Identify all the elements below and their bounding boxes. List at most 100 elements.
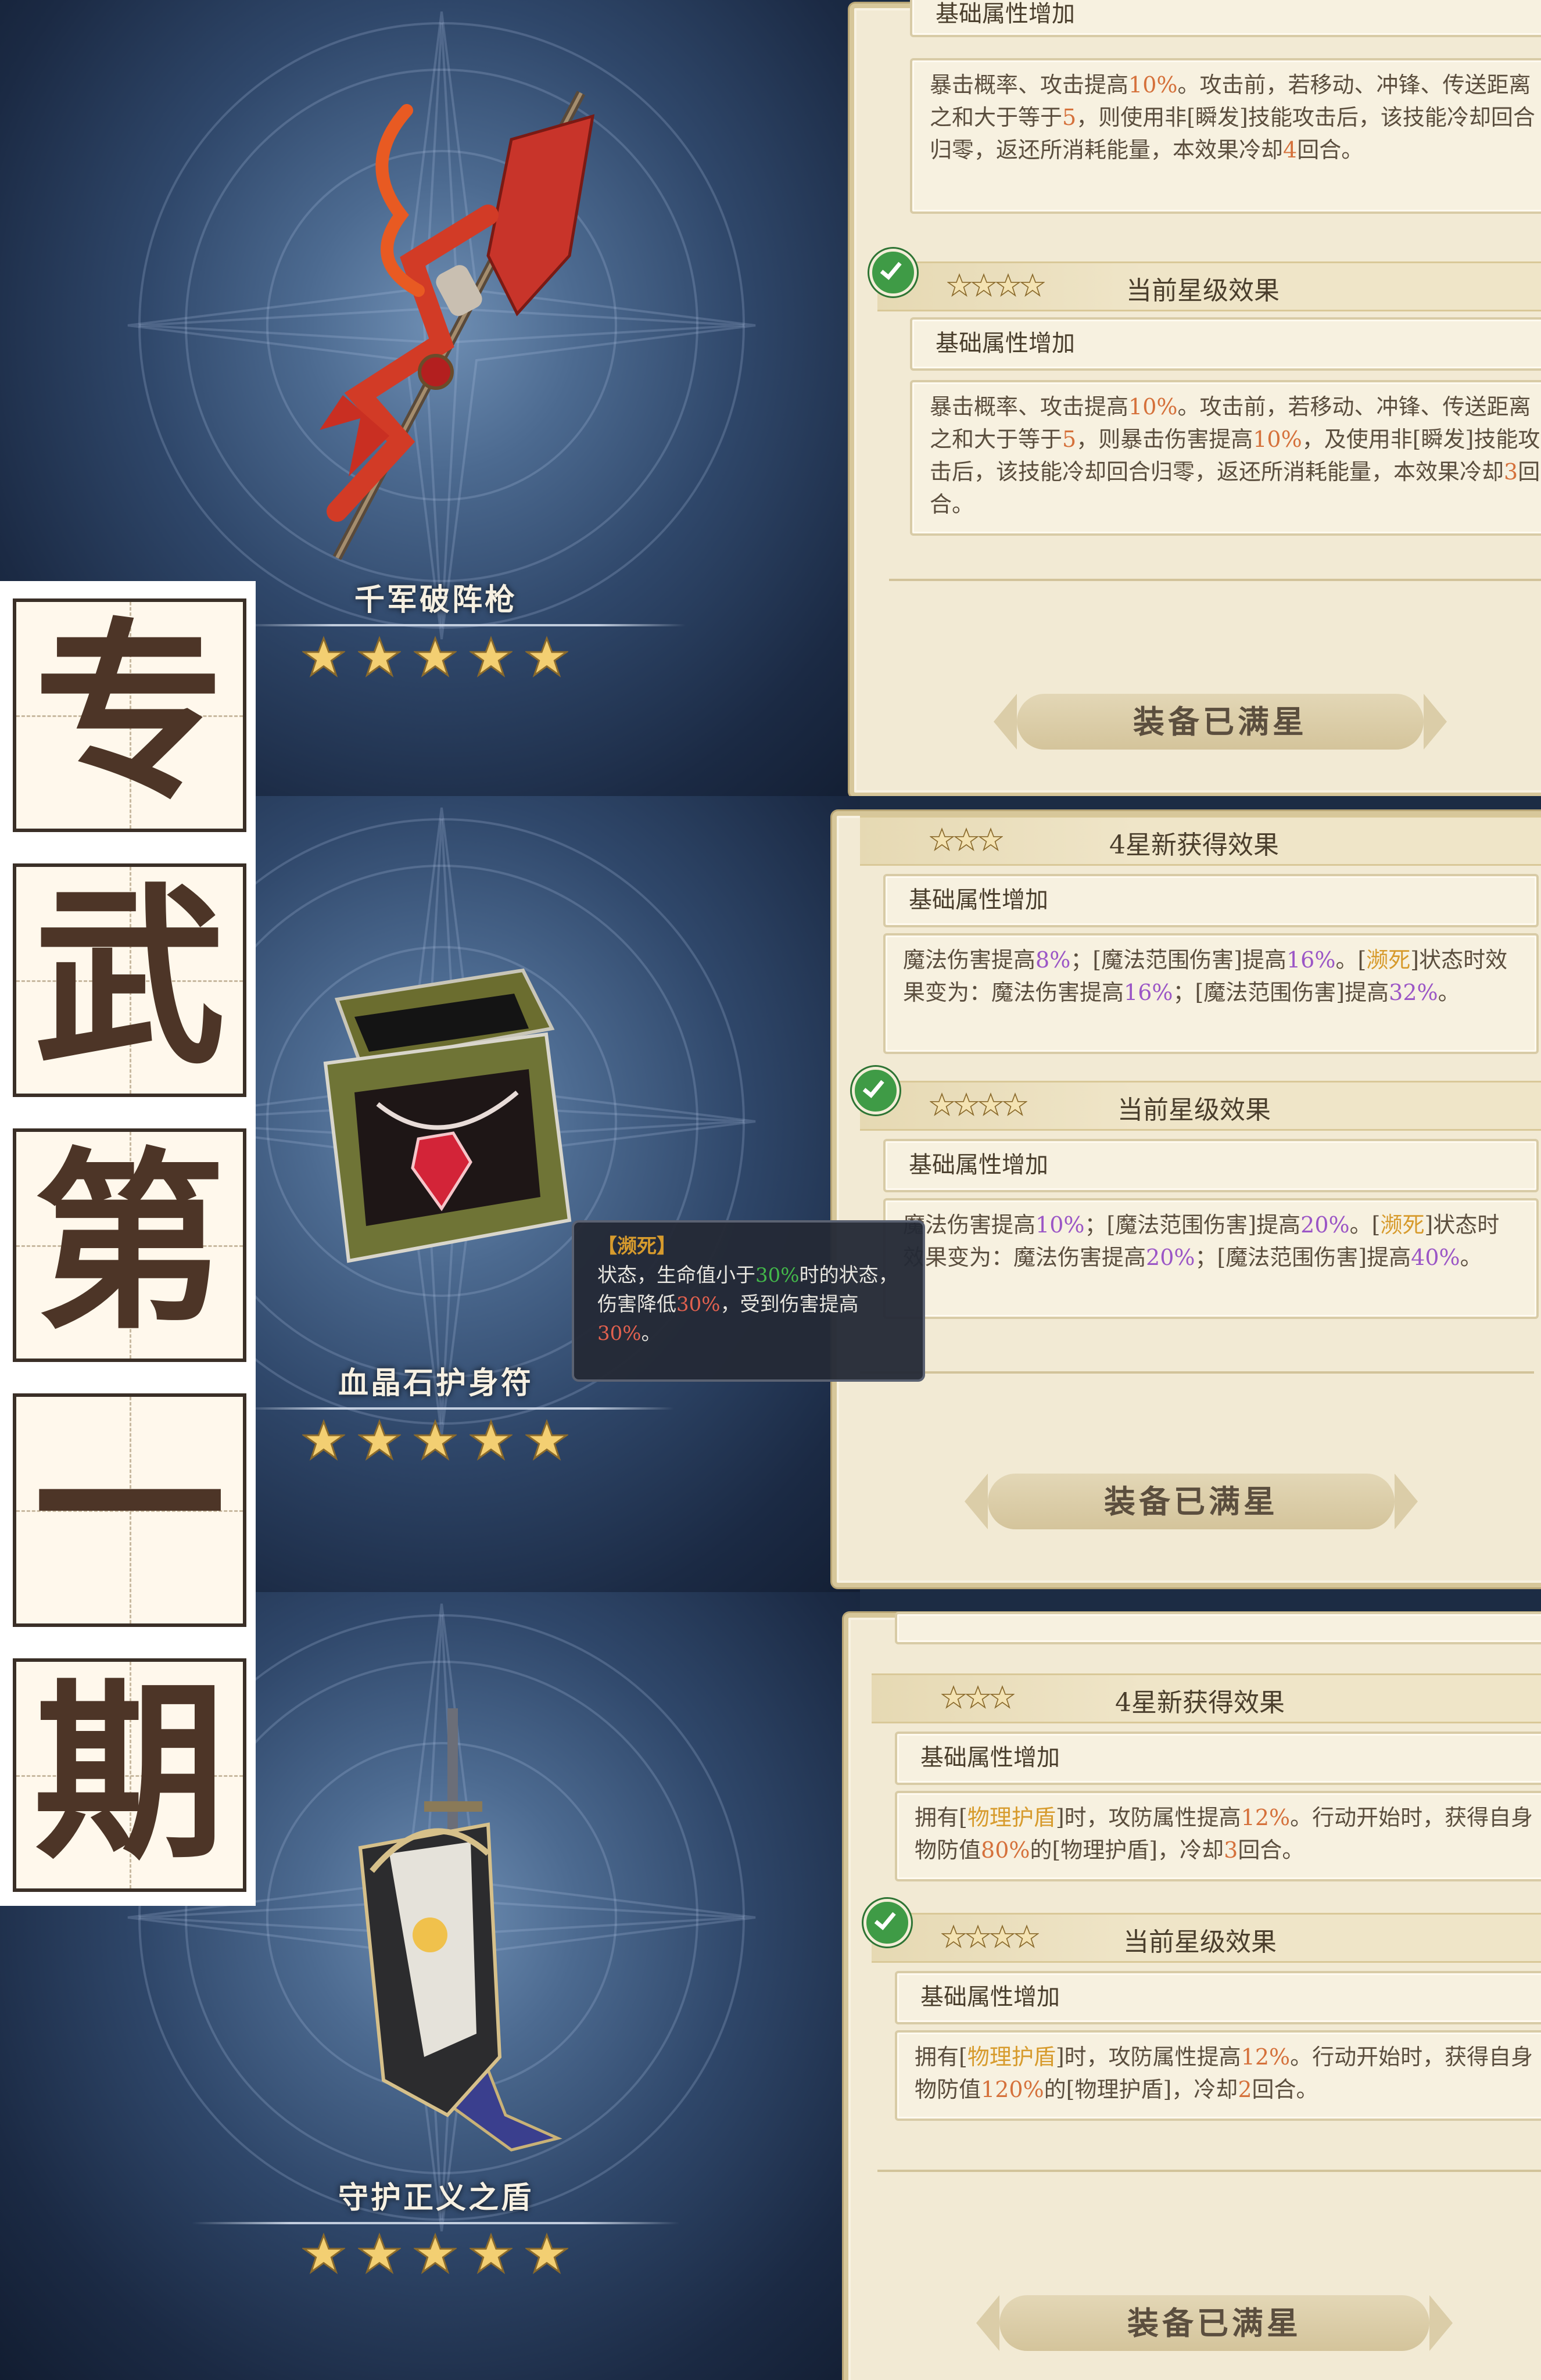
star-icon <box>470 2232 513 2274</box>
text-segment: 的[物理护盾]，冷却 <box>1030 1837 1224 1863</box>
value-highlight: 20% <box>1300 1212 1350 1238</box>
text-segment: 回合。 <box>1238 1837 1305 1863</box>
value-highlight: 120% <box>981 2077 1044 2102</box>
title-column: 专 武 第 一 期 <box>0 581 256 1906</box>
attribute-box-partial: 基础属性增加 <box>910 0 1541 37</box>
keyword-tooltip: 【濒死】 状态，生命值小于30%时的状态，伤害降低30%，受到伤害提高30%。 <box>572 1220 925 1382</box>
attribute-label: 基础属性增加 <box>920 1744 1060 1771</box>
text-segment: 魔法伤害提高 <box>903 947 1036 973</box>
text-segment: ；[魔法范围伤害]提高 <box>1070 947 1286 973</box>
text-segment: 。[ <box>1349 1212 1381 1238</box>
current-effect-title: 当前星级效果 <box>1123 1927 1277 1957</box>
text-segment: 回合。 <box>1297 137 1364 163</box>
value-highlight: 12% <box>1241 2044 1291 2070</box>
attribute-label: 基础属性增加 <box>909 887 1048 913</box>
value-highlight: 5 <box>1062 426 1077 452</box>
star-icon <box>302 1419 345 1461</box>
title-cell: 期 <box>13 1658 246 1892</box>
attribute-label: 基础属性增加 <box>936 1 1075 27</box>
title-char: 武 <box>34 865 225 1090</box>
shield-with-sword-and-blue-cape-icon <box>358 1708 562 2152</box>
new-effect-text-box: 拥有[物理护盾]时，攻防属性提高12%。行动开始时，获得自身物防值80%的[物理… <box>895 1791 1541 1881</box>
text-segment: 。 <box>1438 980 1460 1005</box>
text-segment: ]时，攻防属性提高 <box>1055 2044 1241 2070</box>
current-effect-text-box: 拥有[物理护盾]时，攻防属性提高12%。行动开始时，获得自身物防值120%的[物… <box>895 2030 1541 2121</box>
effect-description: 暴击概率、攻击提高10%。攻击前，若移动、冲锋、传送距离之和大于等于5，则暴击伤… <box>912 382 1541 529</box>
star-effect-panel: 基础属性增加 暴击概率、攻击提高10%。攻击前，若移动、冲锋、传送距离之和大于等… <box>850 0 1541 796</box>
attribute-box: 基础属性增加 <box>883 874 1539 927</box>
attribute-box: 基础属性增加 <box>895 1971 1541 2024</box>
attribute-label: 基础属性增加 <box>909 1152 1048 1178</box>
item-name: 千军破阵枪 <box>354 582 517 618</box>
value-highlight: 30% <box>676 1293 721 1316</box>
star-icon <box>302 636 345 678</box>
text-segment: 状态，生命值小于 <box>597 1264 755 1287</box>
attribute-label: 基础属性增加 <box>936 330 1075 357</box>
attribute-box: 基础属性增加 <box>910 317 1541 371</box>
checkmark-icon <box>863 1899 911 1947</box>
text-segment: ，受到伤害提高 <box>720 1293 859 1316</box>
spear-with-red-banner-icon <box>308 91 595 593</box>
title-cell: 一 <box>13 1393 246 1627</box>
equipment-max-star-button[interactable]: 装备已满星 <box>965 1474 1418 1529</box>
equipment-max-star-button[interactable]: 装备已满星 <box>976 2295 1453 2351</box>
star-icon <box>414 2232 457 2274</box>
star-icon <box>358 636 401 678</box>
rating-stars <box>302 1419 568 1462</box>
tooltip-title: 【濒死】 <box>597 1235 676 1258</box>
value-highlight: 16% <box>1286 947 1336 973</box>
name-underline <box>192 2222 680 2224</box>
title-char: 第 <box>34 1130 225 1355</box>
panel-divider <box>860 1371 1534 1374</box>
equipment-max-star-button[interactable]: 装备已满星 <box>994 694 1447 750</box>
checkmark-icon <box>852 1067 899 1114</box>
text-segment: 暴击概率、攻击提高 <box>930 394 1129 420</box>
rating-stars <box>302 636 568 679</box>
star-icon <box>525 2232 568 2274</box>
text-segment: 拥有[ <box>915 2044 967 2070</box>
text-segment: 的[物理护盾]，冷却 <box>1044 2077 1238 2102</box>
attribute-box: 基础属性增加 <box>895 1732 1541 1785</box>
text-segment: ；[魔法范围伤害]提高 <box>1195 1245 1411 1270</box>
panel-divider <box>877 2170 1541 2172</box>
effect-description: 拥有[物理护盾]时，攻防属性提高12%。行动开始时，获得自身物防值120%的[物… <box>897 2033 1541 2114</box>
new-effect-title: 4星新获得效果 <box>1109 830 1279 860</box>
current-effect-title: 当前星级效果 <box>1126 276 1280 306</box>
new-effect-header: 4星新获得效果 <box>848 1673 1541 1723</box>
current-effect-title: 当前星级效果 <box>1117 1095 1271 1125</box>
current-effect-header: 当前星级效果 <box>848 1913 1541 1963</box>
keyword-highlight[interactable]: 物理护盾 <box>967 1805 1056 1830</box>
text-segment: 。 <box>1460 1245 1482 1270</box>
keyword-highlight[interactable]: 物理护盾 <box>967 2044 1056 2070</box>
value-highlight: 12% <box>1241 1805 1291 1830</box>
effect-description: 魔法伤害提高8%；[魔法范围伤害]提高16%。[濒死]状态时效果变为：魔法伤害提… <box>886 935 1536 1017</box>
star-icon <box>525 1419 568 1461</box>
title-cell: 专 <box>13 598 246 832</box>
text-segment: 暴击概率、攻击提高 <box>930 72 1129 98</box>
current-effect-header: 当前星级效果 <box>837 1081 1541 1131</box>
star-effect-panel: 4星新获得效果 基础属性增加 拥有[物理护盾]时，攻防属性提高12%。行动开始时… <box>844 1612 1541 2380</box>
value-highlight: 30% <box>597 1322 642 1345</box>
effect-description: 暴击概率、攻击提高10%。攻击前，若移动、冲锋、传送距离之和大于等于5，则使用非… <box>912 60 1541 174</box>
text-segment: ，则暴击伤害提高 <box>1076 426 1253 452</box>
keyword-highlight[interactable]: 濒死 <box>1366 947 1410 973</box>
attribute-box: 基础属性增加 <box>883 1139 1539 1192</box>
title-char: 期 <box>34 1659 225 1885</box>
checkmark-icon <box>869 249 917 296</box>
effect-description: 魔法伤害提高10%；[魔法范围伤害]提高20%。[濒死]状态时效果变为：魔法伤害… <box>886 1200 1536 1282</box>
text-segment: ；[魔法范围伤害]提高 <box>1084 1212 1301 1238</box>
current-effect-header: 当前星级效果 <box>854 261 1541 311</box>
value-highlight: 10% <box>1035 1212 1085 1238</box>
red-gem-necklace-in-box-icon <box>323 968 572 1263</box>
value-highlight: 3 <box>1224 1837 1238 1863</box>
value-highlight: 80% <box>981 1837 1030 1863</box>
value-highlight: 32% <box>1389 980 1438 1005</box>
attribute-label: 基础属性增加 <box>920 1984 1060 2010</box>
star-icon <box>358 2232 401 2274</box>
star-icon <box>302 2232 345 2274</box>
star-icon <box>414 636 457 678</box>
keyword-highlight[interactable]: 濒死 <box>1380 1212 1424 1238</box>
tooltip-text: 状态，生命值小于30%时的状态，伤害降低30%，受到伤害提高30%。 <box>597 1261 899 1348</box>
value-highlight: 30% <box>755 1264 800 1287</box>
title-char: 一 <box>34 1395 225 1620</box>
